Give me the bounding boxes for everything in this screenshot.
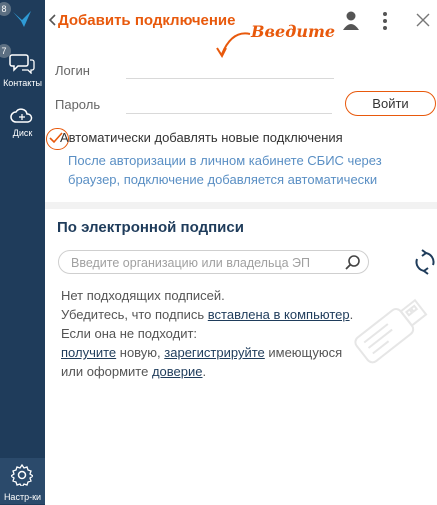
get-link[interactable]: получите (61, 345, 116, 360)
sidebar: 8 7 Контакты Диск Настр-ки (0, 0, 45, 505)
new-text: новую, (116, 345, 165, 360)
empty-line-2-text: Убедитесь, что подпись (61, 307, 208, 322)
panel-header: Добавить подключение Введите (45, 0, 437, 59)
sidebar-item-settings[interactable]: Настр-ки (0, 458, 45, 504)
password-field[interactable] (126, 92, 332, 112)
annotation-text: Введите (251, 22, 336, 41)
empty-line-4: получите новую, зарегистрируйте имеющуюс… (61, 343, 391, 362)
login-underline (126, 78, 334, 79)
password-label: Пароль (55, 97, 101, 112)
section-divider (45, 202, 437, 209)
login-button[interactable]: Войти (345, 91, 436, 116)
empty-line-5: или оформите доверие. (61, 362, 391, 381)
notification-badge: 8 (0, 2, 11, 16)
auto-add-hint: После авторизации в личном кабинете СБИС… (68, 153, 382, 187)
page-title: Добавить подключение (58, 12, 236, 29)
end-text: . (202, 364, 207, 379)
sidebar-item-disk[interactable]: Диск (0, 104, 45, 144)
add-connection-panel: Добавить подключение Введите Логин Парол… (45, 0, 437, 505)
chat-icon (9, 54, 35, 74)
gear-icon (11, 464, 33, 486)
inserted-link[interactable]: вставлена в компьютер (208, 307, 350, 322)
register-link[interactable]: зарегистрируйте (164, 345, 264, 360)
search-placeholder: Введите организацию или владельца ЭП (71, 256, 311, 270)
more-options-icon[interactable] (381, 10, 389, 32)
existing-text: имеющуюся (264, 345, 343, 360)
sidebar-item-label: Контакты (3, 78, 42, 88)
refresh-icon[interactable] (413, 249, 437, 275)
empty-line-2: Убедитесь, что подпись вставлена в компь… (61, 305, 391, 324)
cloud-icon (10, 108, 33, 123)
empty-line-1: Нет подходящих подписей. (61, 288, 225, 303)
signature-search-input[interactable]: Введите организацию или владельца ЭП (58, 250, 369, 274)
auto-add-label[interactable]: Автоматически добавлять новые подключени… (60, 130, 343, 145)
no-signatures-message: Нет подходящих подписей. Убедитесь, что … (61, 286, 391, 381)
login-label: Логин (55, 63, 90, 78)
empty-line-3: Если она не подходит: (61, 326, 198, 341)
search-icon[interactable] (344, 254, 361, 271)
close-icon[interactable] (415, 12, 431, 28)
password-underline (126, 113, 332, 114)
trust-link[interactable]: доверие (152, 364, 203, 379)
login-field[interactable] (126, 58, 334, 78)
sidebar-item-contacts[interactable]: 7 Контакты (0, 44, 45, 90)
sidebar-item-label: Диск (12, 128, 33, 138)
or-text: или оформите (61, 364, 152, 379)
sidebar-item-label: Настр-ки (3, 492, 42, 502)
app-logo[interactable]: 8 (0, 2, 45, 32)
annotation-arrow-icon (216, 32, 251, 59)
signature-section-title: По электронной подписи (57, 219, 244, 236)
user-icon[interactable] (341, 10, 361, 32)
empty-line-2-end: . (349, 307, 354, 322)
logo-icon (13, 11, 31, 27)
